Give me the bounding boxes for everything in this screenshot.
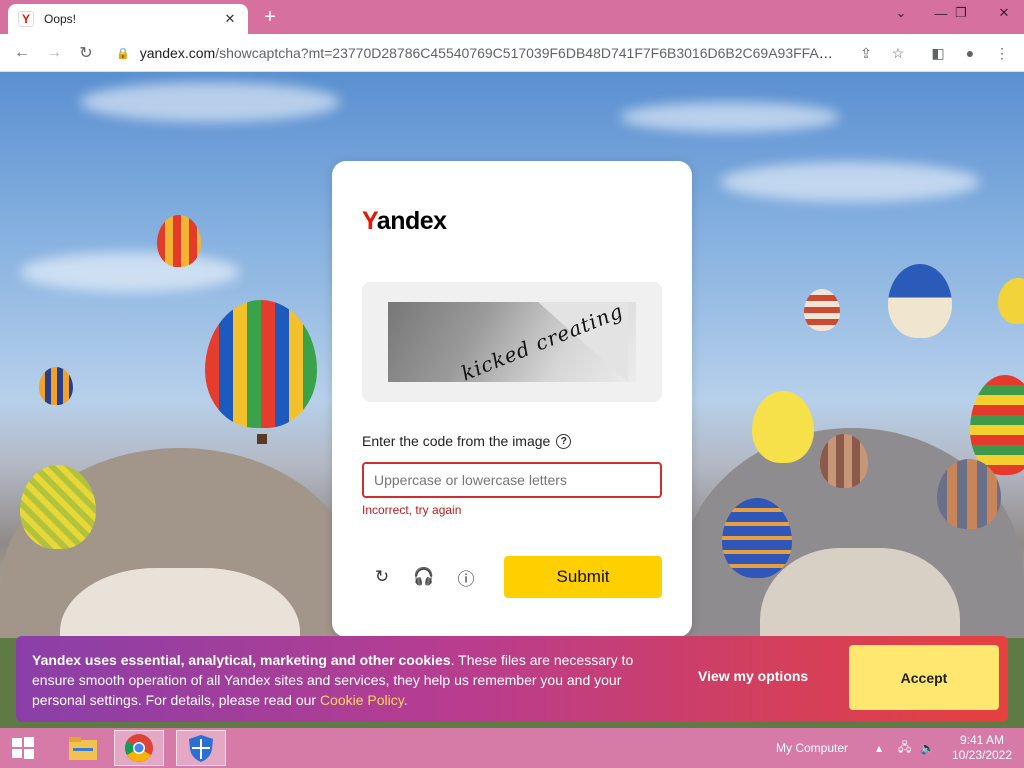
balloon bbox=[804, 289, 840, 331]
cloud bbox=[620, 102, 840, 132]
cloud bbox=[80, 82, 340, 122]
clock-time: 9:41 AM bbox=[959, 733, 1005, 747]
tray-expand-icon[interactable]: ▴ bbox=[876, 728, 882, 768]
tab-oops[interactable]: Y Oops! ✕ bbox=[8, 4, 248, 34]
yandex-logo: Yandex bbox=[362, 207, 447, 236]
error-message: Incorrect, try again bbox=[362, 503, 462, 517]
defender-shield-icon[interactable] bbox=[176, 730, 226, 766]
clock-date: 10/23/2022 bbox=[951, 748, 1013, 762]
lock-icon: 🔒 bbox=[116, 47, 130, 60]
back-icon[interactable]: ← bbox=[10, 42, 34, 64]
captcha-image-box: kicked creating bbox=[362, 282, 662, 402]
url-host: yandex.com bbox=[139, 45, 216, 61]
balloon bbox=[205, 300, 317, 428]
balloon bbox=[20, 465, 96, 549]
close-window-icon[interactable]: ✕ bbox=[984, 0, 1024, 26]
side-panel-icon[interactable]: ◧ bbox=[926, 42, 950, 64]
reload-icon[interactable]: ↻ bbox=[74, 42, 98, 64]
menu-kebab-icon[interactable]: ⋮ bbox=[990, 42, 1014, 64]
audio-icon[interactable]: 🎧 bbox=[412, 565, 436, 589]
new-tab-button[interactable]: + bbox=[258, 4, 282, 30]
refresh-icon[interactable]: ↻ bbox=[370, 565, 394, 589]
url-text[interactable]: yandex.com/showcaptcha?mt=23770D28786C45… bbox=[140, 45, 840, 61]
balloon bbox=[157, 215, 201, 267]
logo-rest: andex bbox=[376, 207, 447, 235]
bookmark-star-icon[interactable]: ☆ bbox=[886, 42, 910, 64]
my-computer-label[interactable]: My Computer bbox=[776, 728, 848, 768]
volume-icon[interactable]: 🔈 bbox=[920, 728, 935, 768]
captcha-image: kicked creating bbox=[388, 302, 636, 382]
yandex-favicon-icon: Y bbox=[18, 11, 34, 27]
network-icon[interactable]: 🖧 bbox=[898, 728, 911, 768]
balloon bbox=[998, 278, 1024, 324]
profile-icon[interactable]: ● bbox=[958, 42, 982, 64]
tab-strip: Y Oops! ✕ + ⌄ — ❐ ✕ bbox=[0, 0, 1024, 34]
cookie-text-end: . bbox=[403, 692, 408, 708]
taskbar: My Computer ▴ 🖧 🔈 9:41 AM 10/23/2022 bbox=[0, 728, 1024, 768]
logo-letter: Y bbox=[362, 207, 377, 235]
captcha-card: Yandex kicked creating Enter the code fr… bbox=[332, 161, 692, 637]
balloon bbox=[937, 459, 1001, 529]
balloon bbox=[39, 367, 73, 405]
balloon-basket bbox=[257, 434, 267, 444]
view-options-button[interactable]: View my options bbox=[698, 668, 808, 684]
cloud bbox=[20, 252, 240, 292]
captcha-prompt: Enter the code from the image ? bbox=[362, 433, 572, 449]
captcha-prompt-text: Enter the code from the image bbox=[362, 433, 551, 449]
tab-search-chevron-icon[interactable]: ⌄ bbox=[884, 0, 918, 26]
captcha-input[interactable] bbox=[362, 462, 662, 498]
cookie-text: Yandex uses essential, analytical, marke… bbox=[32, 650, 672, 710]
url-path: /showcaptcha?mt=23770D28786C45540769C517… bbox=[215, 45, 840, 61]
accept-cookies-button[interactable]: Accept bbox=[849, 645, 999, 710]
balloon bbox=[752, 391, 814, 463]
address-toolbar: ← → ↻ 🔒 yandex.com/showcaptcha?mt=23770D… bbox=[0, 34, 1024, 72]
tab-title: Oops! bbox=[44, 12, 77, 26]
submit-button[interactable]: Submit bbox=[504, 556, 662, 598]
share-icon[interactable]: ⇪ bbox=[854, 42, 878, 64]
omnibox[interactable]: 🔒 yandex.com/showcaptcha?mt=23770D28786C… bbox=[108, 38, 916, 68]
start-windows-icon[interactable] bbox=[0, 730, 46, 766]
restore-icon[interactable]: ❐ bbox=[944, 0, 978, 26]
help-question-icon[interactable]: ? bbox=[556, 433, 572, 449]
chrome-icon[interactable] bbox=[114, 730, 164, 766]
balloon bbox=[820, 434, 868, 488]
forward-icon[interactable]: → bbox=[42, 42, 66, 64]
close-tab-icon[interactable]: ✕ bbox=[222, 11, 238, 27]
clock[interactable]: 9:41 AM 10/23/2022 bbox=[952, 728, 1012, 768]
cloud bbox=[720, 162, 980, 202]
balloon bbox=[888, 264, 952, 338]
file-explorer-icon[interactable] bbox=[58, 730, 108, 766]
cookie-policy-link[interactable]: Cookie Policy bbox=[320, 692, 404, 708]
balloon bbox=[722, 498, 792, 578]
page-background: Yandex kicked creating Enter the code fr… bbox=[0, 72, 1024, 728]
info-icon[interactable]: ⓘ bbox=[454, 565, 478, 589]
cookie-banner: Yandex uses essential, analytical, marke… bbox=[16, 636, 1008, 722]
cookie-text-bold: Yandex uses essential, analytical, marke… bbox=[32, 652, 451, 668]
